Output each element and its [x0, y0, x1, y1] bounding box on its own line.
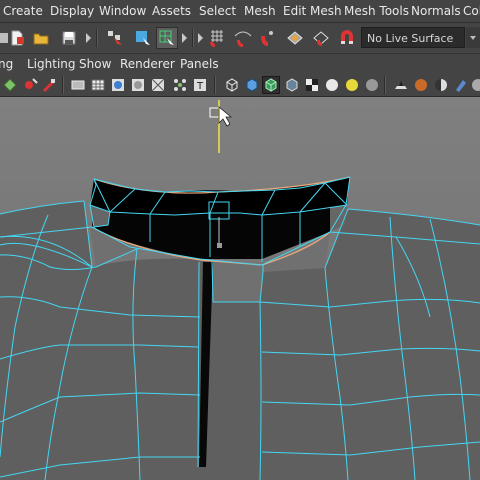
gate-mask-icon[interactable] — [129, 76, 147, 94]
snap-to-grid-icon[interactable] — [206, 27, 228, 49]
menu-mesh[interactable]: Mesh — [244, 4, 276, 18]
live-surface-field[interactable]: No Live Surface — [361, 27, 465, 48]
collapse-arrow-icon[interactable] — [182, 33, 187, 43]
panel-menu-shading[interactable]: ng — [0, 57, 13, 71]
hud-icon[interactable] — [452, 76, 470, 94]
snap-to-view-plane-icon[interactable] — [284, 27, 306, 49]
chevron-down-icon — [470, 36, 476, 40]
grid-icon[interactable] — [89, 76, 107, 94]
menu-select[interactable]: Select — [199, 4, 236, 18]
film-gate-icon[interactable] — [69, 76, 87, 94]
motion-blur-icon[interactable] — [392, 76, 410, 94]
toolbar-divider — [192, 29, 194, 47]
select-by-hierarchy-icon[interactable] — [104, 27, 126, 49]
toolbar-divider — [62, 76, 64, 94]
snap-to-point-icon[interactable] — [256, 27, 278, 49]
panel-menubar: ng Lighting Show Renderer Panels — [0, 54, 480, 73]
menu-color[interactable]: Col — [463, 4, 480, 18]
safe-action-icon[interactable] — [171, 76, 189, 94]
bookmark-icon[interactable] — [21, 76, 39, 94]
open-scene-icon[interactable] — [30, 27, 52, 49]
depth-of-field-icon[interactable] — [432, 76, 450, 94]
resolution-gate-icon[interactable] — [109, 76, 127, 94]
magnet-icon[interactable] — [336, 27, 358, 49]
panel-menu-renderer[interactable]: Renderer — [120, 57, 175, 71]
main-menubar: Create Display Window Assets Select Mesh… — [0, 0, 480, 23]
collapse-arrow-icon[interactable] — [198, 33, 203, 43]
multisample-aa-icon[interactable] — [412, 76, 430, 94]
smooth-shade-icon[interactable] — [243, 76, 261, 94]
select-by-component-icon[interactable] — [156, 27, 178, 49]
menu-assets[interactable]: Assets — [152, 4, 191, 18]
mouse-cursor-icon — [218, 106, 233, 127]
mesh-viewport-canvas[interactable] — [0, 97, 480, 480]
collapse-arrow-icon[interactable] — [86, 33, 91, 43]
menu-mesh-tools[interactable]: Mesh Tools — [344, 4, 409, 18]
panel-menu-lighting[interactable]: Lighting — [27, 57, 76, 71]
camera-attributes-icon[interactable] — [1, 76, 19, 94]
viewport-panel[interactable] — [0, 97, 480, 480]
panel-menu-panels[interactable]: Panels — [180, 57, 219, 71]
menu-edit-mesh[interactable]: Edit Mesh — [283, 4, 342, 18]
wireframe-icon[interactable] — [223, 76, 241, 94]
toolbar-divider — [384, 76, 386, 94]
new-scene-icon[interactable] — [6, 27, 28, 49]
text-icon[interactable]: T — [191, 76, 209, 94]
field-chart-icon[interactable] — [149, 76, 167, 94]
isolate-select-icon[interactable] — [469, 76, 480, 94]
screen-space-ao-icon[interactable] — [363, 76, 381, 94]
toolbar-divider — [96, 29, 98, 47]
select-by-object-icon[interactable] — [132, 27, 154, 49]
wireframe-on-shaded-icon[interactable] — [262, 76, 280, 94]
menu-normals[interactable]: Normals — [411, 4, 461, 18]
make-live-icon[interactable] — [310, 27, 332, 49]
panel-toolbar: T — [0, 73, 480, 97]
image-plane-icon[interactable] — [39, 76, 57, 94]
menu-window[interactable]: Window — [99, 4, 146, 18]
menu-display[interactable]: Display — [50, 4, 94, 18]
use-lights-icon[interactable] — [323, 76, 341, 94]
collar-rim — [90, 177, 350, 216]
xray-icon[interactable] — [283, 76, 301, 94]
selected-vertex — [217, 243, 222, 248]
toolbar-divider — [214, 76, 216, 94]
textures-icon[interactable] — [303, 76, 321, 94]
live-surface-dropdown[interactable] — [466, 27, 480, 48]
shadows-icon[interactable] — [343, 76, 361, 94]
panel-menu-show[interactable]: Show — [79, 57, 111, 71]
save-scene-icon[interactable] — [58, 27, 80, 49]
svg-text:T: T — [196, 81, 204, 92]
menu-create[interactable]: Create — [3, 4, 43, 18]
snap-to-curve-icon[interactable] — [232, 27, 254, 49]
